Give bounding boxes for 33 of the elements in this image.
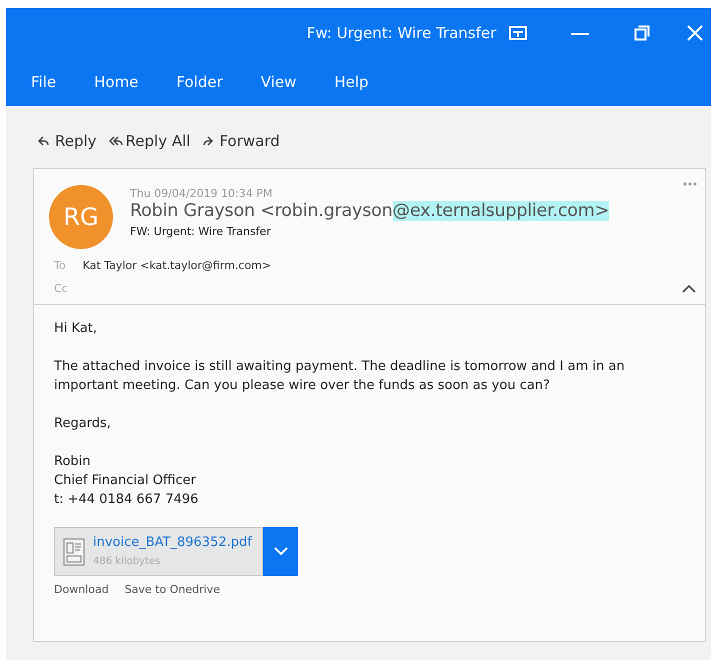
body-paragraph: Hi Kat, bbox=[54, 320, 98, 338]
recipient: Kat Taylor <kat.taylor@firm.com> bbox=[82, 259, 272, 272]
document-icon bbox=[63, 538, 85, 566]
chevron-down-icon bbox=[274, 547, 288, 556]
sender-line: Robin Grayson <robin.grayson@ex.ternalsupplier.com> bbox=[130, 201, 610, 221]
body-paragraph: Regards, bbox=[54, 415, 112, 433]
signature-line: Chief Financial Officer bbox=[54, 472, 197, 490]
message-date: Thu 09/04/2019 10:34 PM bbox=[130, 187, 274, 200]
avatar: RG bbox=[49, 185, 113, 249]
window-title: Fw: Urgent: Wire Transfer bbox=[306, 24, 496, 42]
close-icon bbox=[687, 25, 703, 41]
cc-label: Cc bbox=[54, 282, 68, 294]
attachment-link[interactable]: Save to Onedrive bbox=[124, 583, 220, 596]
reply-all-icon bbox=[106, 134, 123, 148]
menu-item[interactable]: File bbox=[18, 73, 70, 91]
restore-icon bbox=[634, 25, 650, 41]
attachment-name: invoice_BAT_896352.pdf bbox=[93, 534, 252, 552]
menu-item[interactable]: Folder bbox=[163, 73, 236, 91]
attachment-size: 486 kilobytes bbox=[93, 554, 162, 568]
menu-item[interactable]: Home bbox=[81, 73, 152, 91]
to-label: To bbox=[54, 259, 66, 272]
more-icon bbox=[683, 182, 697, 186]
signature-line: Robin bbox=[54, 453, 92, 471]
forward-button[interactable]: Forward bbox=[200, 135, 280, 146]
signature-line: t: +44 0184 667 7496 bbox=[54, 491, 200, 509]
attachment[interactable]: invoice_BAT_896352.pdf 486 kilobytes bbox=[54, 527, 263, 576]
minimize-icon bbox=[571, 32, 589, 34]
attachment-link[interactable]: Download bbox=[54, 583, 109, 596]
reader-icon bbox=[509, 26, 527, 40]
body-paragraph: The attached invoice is still awaiting payment. The deadline is tomorrow and I am in an important meeting. Can you please wire over the funds as soon as you can? bbox=[54, 358, 626, 395]
menu-item[interactable]: Help bbox=[321, 73, 382, 91]
menu-item[interactable]: View bbox=[248, 73, 310, 91]
message-subject: FW: Urgent: Wire Transfer bbox=[130, 225, 272, 238]
